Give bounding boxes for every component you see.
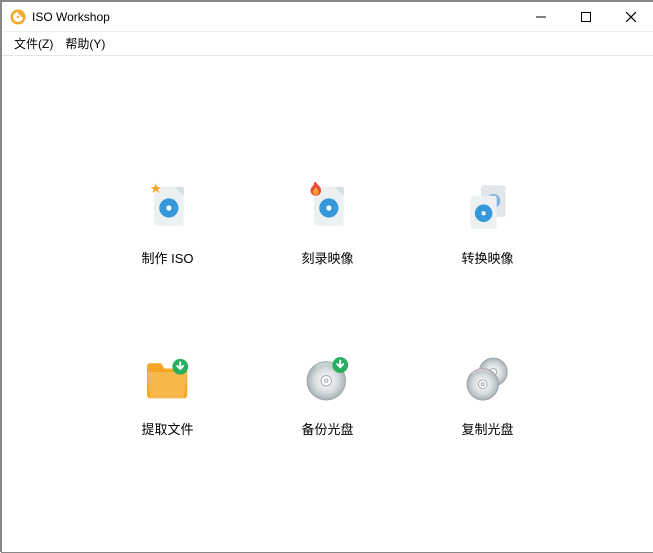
- action-label: 备份光盘: [301, 419, 353, 438]
- action-label: 制作 ISO: [141, 248, 193, 267]
- close-button[interactable]: [608, 2, 653, 31]
- maximize-button[interactable]: [563, 2, 608, 31]
- action-label: 转换映像: [461, 248, 513, 267]
- action-label: 刻录映像: [301, 248, 353, 267]
- action-convert-image[interactable]: 转换映像: [456, 176, 520, 267]
- action-extract-files[interactable]: 提取文件: [136, 347, 200, 438]
- action-burn-image[interactable]: 刻录映像: [296, 176, 360, 267]
- action-copy-disc[interactable]: 复制光盘: [456, 347, 520, 438]
- burn-image-icon: [296, 176, 360, 240]
- backup-disc-icon: [296, 347, 360, 411]
- make-iso-icon: [136, 176, 200, 240]
- action-grid: 制作 ISO 刻录映像: [108, 176, 548, 438]
- window-title: ISO Workshop: [32, 10, 518, 24]
- app-icon: [10, 9, 26, 25]
- action-backup-disc[interactable]: 备份光盘: [296, 347, 360, 438]
- action-make-iso[interactable]: 制作 ISO: [136, 176, 200, 267]
- action-label: 提取文件: [141, 419, 193, 438]
- menu-bar: 文件(Z) 帮助(Y): [2, 32, 653, 56]
- convert-image-icon: [456, 176, 520, 240]
- minimize-button[interactable]: [518, 2, 563, 31]
- menu-file[interactable]: 文件(Z): [8, 33, 59, 54]
- main-content: 制作 ISO 刻录映像: [2, 56, 653, 552]
- menu-help[interactable]: 帮助(Y): [59, 33, 111, 54]
- title-bar: ISO Workshop: [2, 2, 653, 32]
- copy-disc-icon: [456, 347, 520, 411]
- extract-files-icon: [136, 347, 200, 411]
- action-label: 复制光盘: [461, 419, 513, 438]
- window-controls: [518, 2, 653, 31]
